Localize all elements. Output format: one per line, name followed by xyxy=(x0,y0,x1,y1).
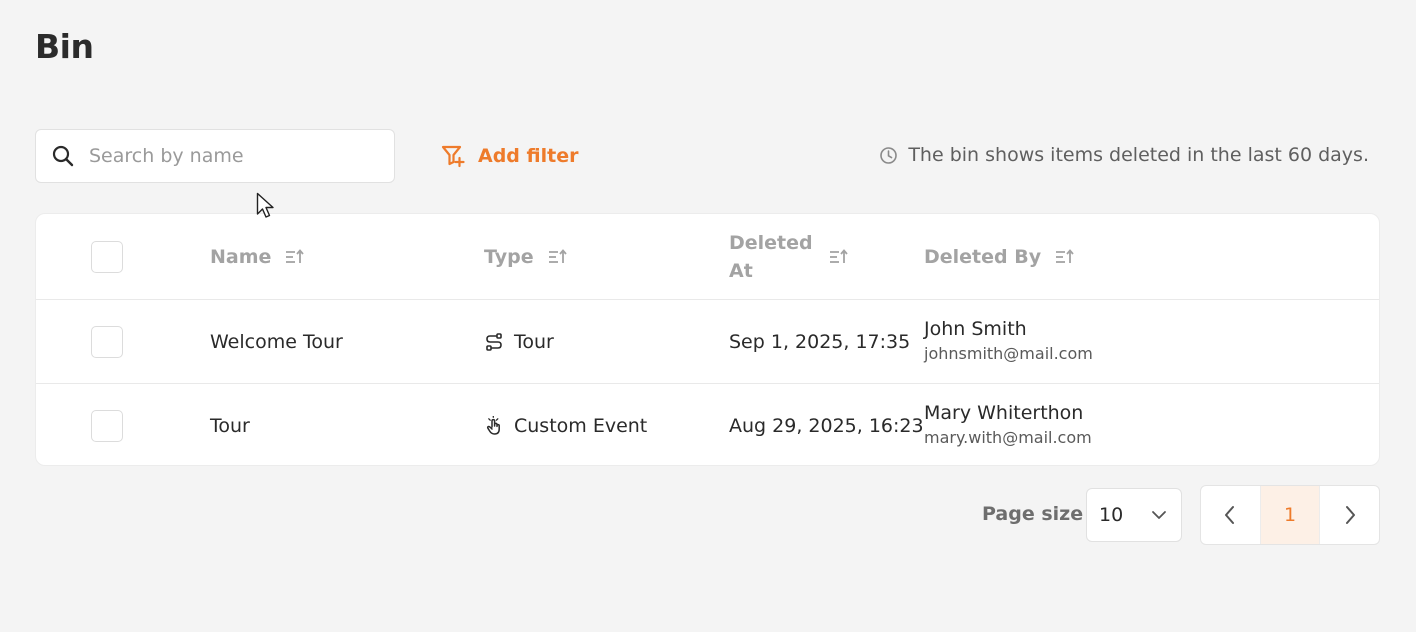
bin-retention-note: The bin shows items deleted in the last … xyxy=(879,144,1369,166)
table-row[interactable]: Welcome Tour Tour Sep 1, 2025, 17:35 Joh… xyxy=(36,299,1379,383)
search-box[interactable] xyxy=(35,129,395,183)
add-filter-button[interactable]: Add filter xyxy=(440,141,578,171)
sort-icon[interactable] xyxy=(548,248,568,265)
search-input[interactable] xyxy=(89,145,369,167)
next-page-button[interactable] xyxy=(1319,486,1379,544)
item-deleted-at: Sep 1, 2025, 17:35 xyxy=(729,330,911,353)
item-deleted-at: Aug 29, 2025, 16:23 xyxy=(729,414,924,437)
chevron-right-icon xyxy=(1345,506,1355,524)
deleted-by-email: mary.with@mail.com xyxy=(924,427,1092,447)
column-header-type[interactable]: Type xyxy=(484,246,568,268)
row-checkbox[interactable] xyxy=(91,409,123,442)
item-type-label: Custom Event xyxy=(514,414,648,437)
column-label: Deleted By xyxy=(924,245,1042,268)
bin-note-text: The bin shows items deleted in the last … xyxy=(908,144,1369,166)
column-header-name[interactable]: Name xyxy=(210,246,305,268)
row-checkbox[interactable] xyxy=(91,325,123,358)
bin-page: Bin Add filter The bin shows items delet… xyxy=(0,0,1416,632)
tour-icon xyxy=(486,332,502,351)
table-row[interactable]: Tour Custom Event Aug 29, 2025, 16:23 Ma… xyxy=(36,383,1379,465)
sort-icon[interactable] xyxy=(285,248,305,265)
bin-table: Name Type Deleted At Deleted By Welcome … xyxy=(35,213,1380,466)
deleted-by-name: Mary Whiterthon xyxy=(924,401,1084,424)
sort-icon[interactable] xyxy=(829,248,849,265)
item-name: Welcome Tour xyxy=(210,330,343,353)
sort-icon[interactable] xyxy=(1055,248,1075,265)
column-header-deleted-at[interactable]: Deleted At xyxy=(729,229,849,285)
search-icon xyxy=(52,145,74,167)
select-all-checkbox[interactable] xyxy=(91,240,123,273)
clock-icon xyxy=(880,146,898,164)
item-type: Custom Event xyxy=(484,415,647,437)
chevron-left-icon xyxy=(1225,506,1235,524)
column-header-deleted-by[interactable]: Deleted By xyxy=(924,246,1075,268)
item-deleted-by: Mary Whiterthon mary.with@mail.com xyxy=(924,401,1092,451)
item-type: Tour xyxy=(484,331,554,353)
column-label: Deleted At xyxy=(729,231,813,282)
page-size-label: Page size xyxy=(982,503,1084,525)
current-page-button[interactable]: 1 xyxy=(1259,486,1320,544)
item-type-label: Tour xyxy=(514,330,554,353)
page-title: Bin xyxy=(35,27,94,66)
deleted-by-email: johnsmith@mail.com xyxy=(924,343,1093,363)
table-header-row: Name Type Deleted At Deleted By xyxy=(36,214,1379,299)
pagination: 1 xyxy=(1200,485,1380,545)
item-name: Tour xyxy=(210,414,250,437)
filter-add-icon xyxy=(441,145,465,168)
page-size-value: 10 xyxy=(1099,504,1124,526)
previous-page-button[interactable] xyxy=(1201,486,1260,544)
hand-tap-icon xyxy=(486,415,500,435)
column-label: Type xyxy=(484,245,534,268)
column-label: Name xyxy=(210,245,272,268)
item-deleted-by: John Smith johnsmith@mail.com xyxy=(924,317,1093,367)
chevron-down-icon xyxy=(1152,511,1166,519)
deleted-by-name: John Smith xyxy=(924,317,1027,340)
add-filter-label: Add filter xyxy=(478,145,579,167)
page-size-select[interactable]: 10 xyxy=(1086,488,1182,542)
